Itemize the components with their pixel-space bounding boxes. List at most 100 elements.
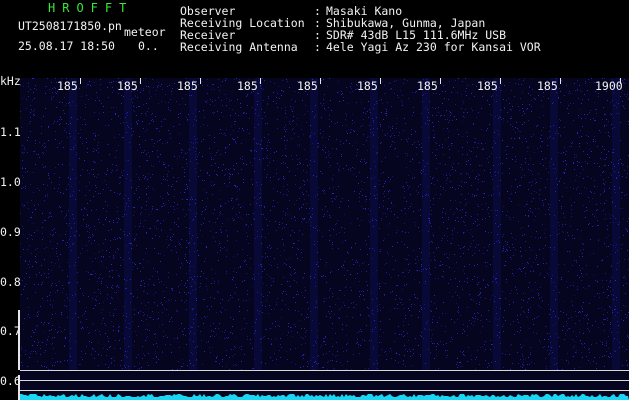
noise-pixel: [536, 317, 537, 318]
noise-pixel: [612, 202, 613, 203]
noise-pixel: [65, 338, 66, 339]
noise-pixel: [232, 356, 233, 357]
noise-pixel: [315, 307, 316, 308]
noise-pixel: [71, 117, 72, 118]
noise-pixel: [525, 273, 526, 274]
noise-pixel: [586, 210, 587, 211]
noise-pixel: [301, 314, 302, 315]
noise-pixel: [391, 144, 392, 145]
noise-pixel: [246, 232, 247, 233]
noise-pixel: [407, 141, 408, 142]
noise-pixel: [602, 259, 603, 260]
noise-pixel: [352, 114, 353, 115]
noise-pixel: [374, 363, 375, 364]
noise-pixel: [251, 224, 252, 225]
noise-pixel: [32, 78, 33, 79]
noise-pixel: [259, 311, 260, 312]
noise-pixel: [101, 281, 102, 282]
noise-pixel: [182, 98, 183, 99]
noise-pixel: [348, 206, 349, 207]
noise-pixel: [564, 173, 565, 174]
noise-pixel: [406, 259, 407, 260]
noise-pixel: [278, 179, 279, 180]
noise-pixel: [301, 249, 302, 250]
noise-pixel: [420, 354, 421, 355]
noise-pixel: [466, 212, 467, 213]
noise-pixel: [496, 95, 497, 96]
noise-pixel: [545, 245, 546, 246]
noise-pixel: [315, 341, 316, 342]
noise-pixel: [135, 96, 136, 97]
noise-pixel: [215, 232, 216, 233]
noise-pixel: [627, 173, 628, 174]
noise-pixel: [471, 229, 472, 230]
noise-pixel: [97, 145, 98, 146]
noise-pixel: [367, 150, 368, 151]
noise-pixel: [153, 146, 154, 147]
noise-pixel: [563, 152, 564, 153]
noise-pixel: [343, 100, 344, 101]
noise-pixel: [353, 307, 354, 308]
noise-pixel: [386, 109, 387, 110]
noise-pixel: [154, 190, 155, 191]
noise-pixel: [181, 366, 182, 367]
noise-pixel: [128, 198, 129, 199]
noise-pixel: [38, 154, 39, 155]
noise-pixel: [613, 289, 614, 290]
noise-pixel: [156, 221, 157, 222]
spectrogram-column: [310, 78, 318, 370]
noise-pixel: [589, 149, 590, 150]
noise-pixel: [594, 193, 595, 194]
noise-pixel: [483, 279, 484, 280]
noise-pixel: [151, 96, 152, 97]
noise-pixel: [246, 224, 247, 225]
noise-pixel: [577, 161, 578, 162]
noise-pixel: [93, 349, 94, 350]
spectrogram-column: [370, 78, 378, 370]
noise-pixel: [295, 364, 296, 365]
noise-pixel: [120, 182, 121, 183]
noise-pixel: [41, 365, 42, 366]
noise-pixel: [152, 209, 153, 210]
noise-pixel: [192, 309, 193, 310]
noise-pixel: [621, 310, 622, 311]
noise-pixel: [22, 145, 23, 146]
noise-pixel: [218, 292, 219, 293]
noise-pixel: [399, 334, 400, 335]
noise-pixel: [604, 125, 605, 126]
noise-pixel: [542, 200, 543, 201]
noise-pixel: [602, 322, 603, 323]
noise-pixel: [54, 121, 55, 122]
noise-pixel: [93, 133, 94, 134]
noise-pixel: [581, 230, 582, 231]
noise-pixel: [51, 344, 52, 345]
noise-pixel: [120, 257, 121, 258]
noise-pixel: [447, 257, 448, 258]
noise-pixel: [515, 156, 516, 157]
noise-pixel: [163, 336, 164, 337]
noise-pixel: [271, 247, 272, 248]
noise-pixel: [517, 293, 518, 294]
noise-pixel: [240, 267, 241, 268]
noise-pixel: [155, 235, 156, 236]
noise-pixel: [371, 178, 372, 179]
noise-pixel: [574, 83, 575, 84]
noise-pixel: [573, 347, 574, 348]
noise-pixel: [64, 300, 65, 301]
noise-pixel: [20, 355, 21, 356]
noise-pixel: [226, 105, 227, 106]
noise-pixel: [472, 236, 473, 237]
noise-pixel: [264, 169, 265, 170]
noise-pixel: [380, 286, 381, 287]
noise-pixel: [512, 237, 513, 238]
noise-pixel: [405, 213, 406, 214]
noise-pixel: [214, 89, 215, 90]
noise-pixel: [313, 154, 314, 155]
noise-pixel: [597, 281, 598, 282]
noise-pixel: [203, 139, 204, 140]
noise-pixel: [246, 264, 247, 265]
noise-pixel: [121, 360, 122, 361]
noise-pixel: [405, 232, 406, 233]
noise-pixel: [464, 246, 465, 247]
noise-pixel: [557, 184, 558, 185]
